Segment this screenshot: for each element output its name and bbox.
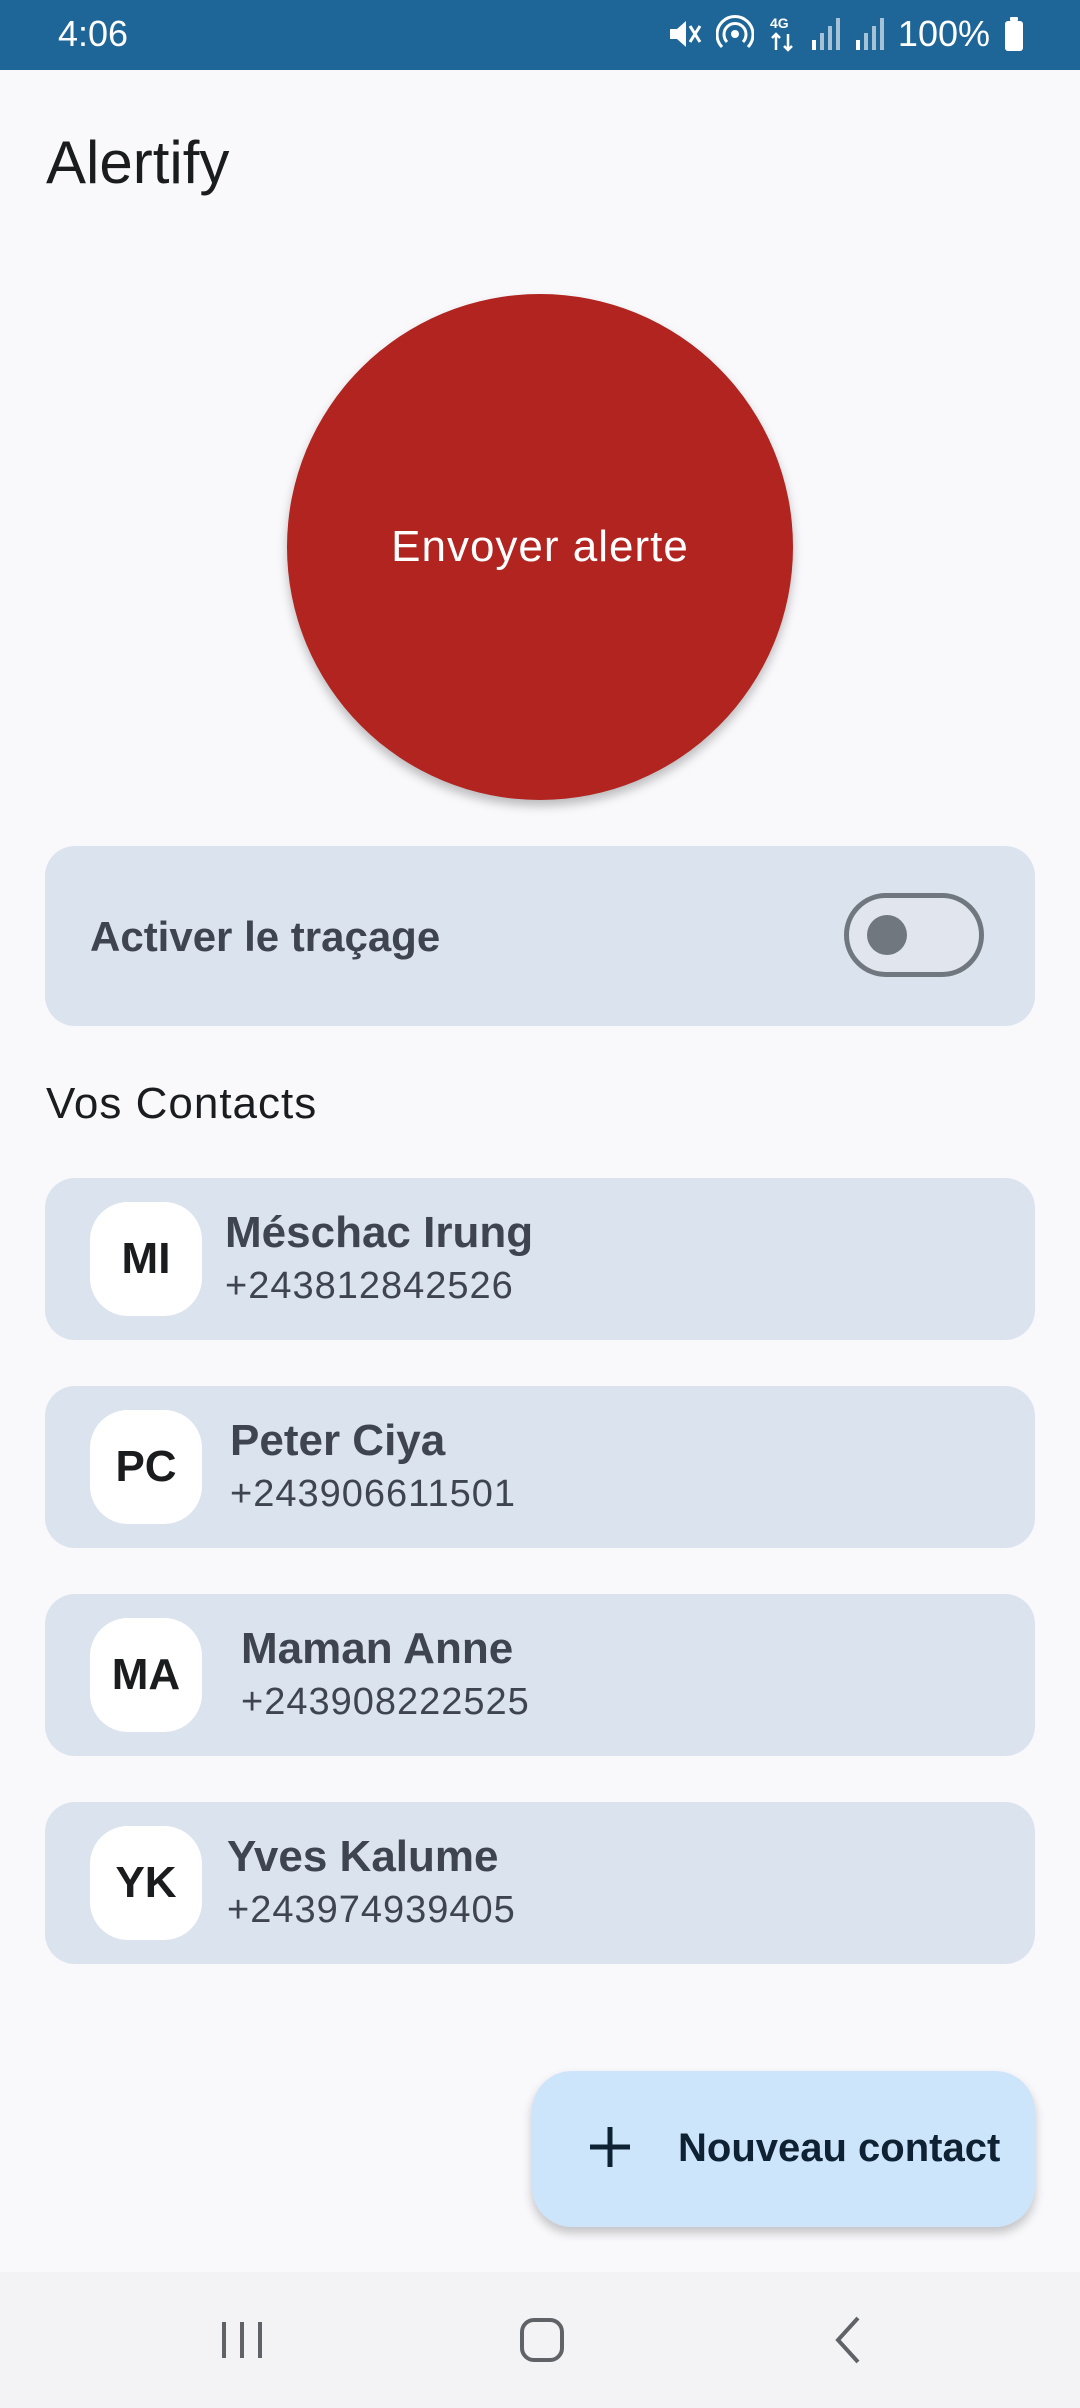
contact-phone: +243974939405 (227, 1889, 516, 1931)
signal-icon (810, 16, 840, 52)
hotspot-icon (715, 15, 754, 53)
recent-apps-icon (212, 2322, 272, 2374)
contact-text: Yves Kalume +243974939405 (227, 1830, 516, 1936)
contact-text: Peter Ciya +243906611501 (230, 1414, 516, 1520)
recent-apps-button[interactable] (212, 2310, 272, 2370)
contact-name: Yves Kalume (227, 1832, 499, 1881)
contact-item[interactable]: YK Yves Kalume +243974939405 (45, 1802, 1035, 1964)
contact-item[interactable]: MA Maman Anne +243908222525 (45, 1594, 1035, 1756)
contact-phone: +243906611501 (230, 1473, 516, 1515)
send-alert-button[interactable]: Envoyer alerte (287, 294, 793, 800)
tracking-card: Activer le traçage (45, 846, 1035, 1026)
contact-item[interactable]: PC Peter Ciya +243906611501 (45, 1386, 1035, 1548)
status-icons: 4G 100% (666, 14, 1024, 54)
contact-text: Maman Anne +243908222525 (241, 1622, 530, 1728)
battery-percentage: 100% (897, 13, 990, 54)
contacts-list: MI Méschac Irung +243812842526 PC Peter … (45, 1178, 1035, 2010)
contact-name: Peter Ciya (230, 1416, 446, 1465)
toggle-knob (867, 915, 907, 955)
home-icon (512, 2318, 572, 2374)
contact-avatar: YK (90, 1826, 202, 1940)
signal-icon (854, 16, 884, 52)
contact-phone: +243812842526 (225, 1265, 514, 1307)
home-button[interactable] (512, 2310, 572, 2370)
back-button[interactable] (818, 2310, 878, 2370)
contact-text: Méschac Irung +243812842526 (225, 1206, 533, 1312)
status-bar: 4:06 4G 100% (0, 0, 1080, 70)
new-contact-button[interactable]: Nouveau contact (532, 2071, 1035, 2227)
plus-icon (586, 2123, 634, 2176)
contact-name: Maman Anne (241, 1624, 514, 1673)
app-title: Alertify (46, 129, 230, 196)
contact-name: Méschac Irung (225, 1208, 534, 1257)
contact-avatar: MI (90, 1202, 202, 1316)
status-time: 4:06 (58, 13, 129, 54)
back-icon (818, 2316, 878, 2374)
mute-icon (666, 16, 702, 52)
contact-avatar: MA (90, 1618, 202, 1732)
contact-avatar: PC (90, 1410, 202, 1524)
contact-item[interactable]: MI Méschac Irung +243812842526 (45, 1178, 1035, 1340)
network-type-label: 4G (770, 15, 789, 31)
new-contact-label: Nouveau contact (678, 2126, 1001, 2170)
network-4g-icon: 4G (768, 14, 796, 54)
navigation-bar (0, 2272, 1080, 2408)
tracking-label: Activer le traçage (90, 913, 441, 960)
contact-phone: +243908222525 (241, 1681, 530, 1723)
contacts-heading: Vos Contacts (46, 1079, 318, 1128)
battery-icon (1004, 16, 1024, 52)
send-alert-label: Envoyer alerte (391, 522, 689, 571)
tracking-toggle[interactable] (844, 893, 984, 977)
